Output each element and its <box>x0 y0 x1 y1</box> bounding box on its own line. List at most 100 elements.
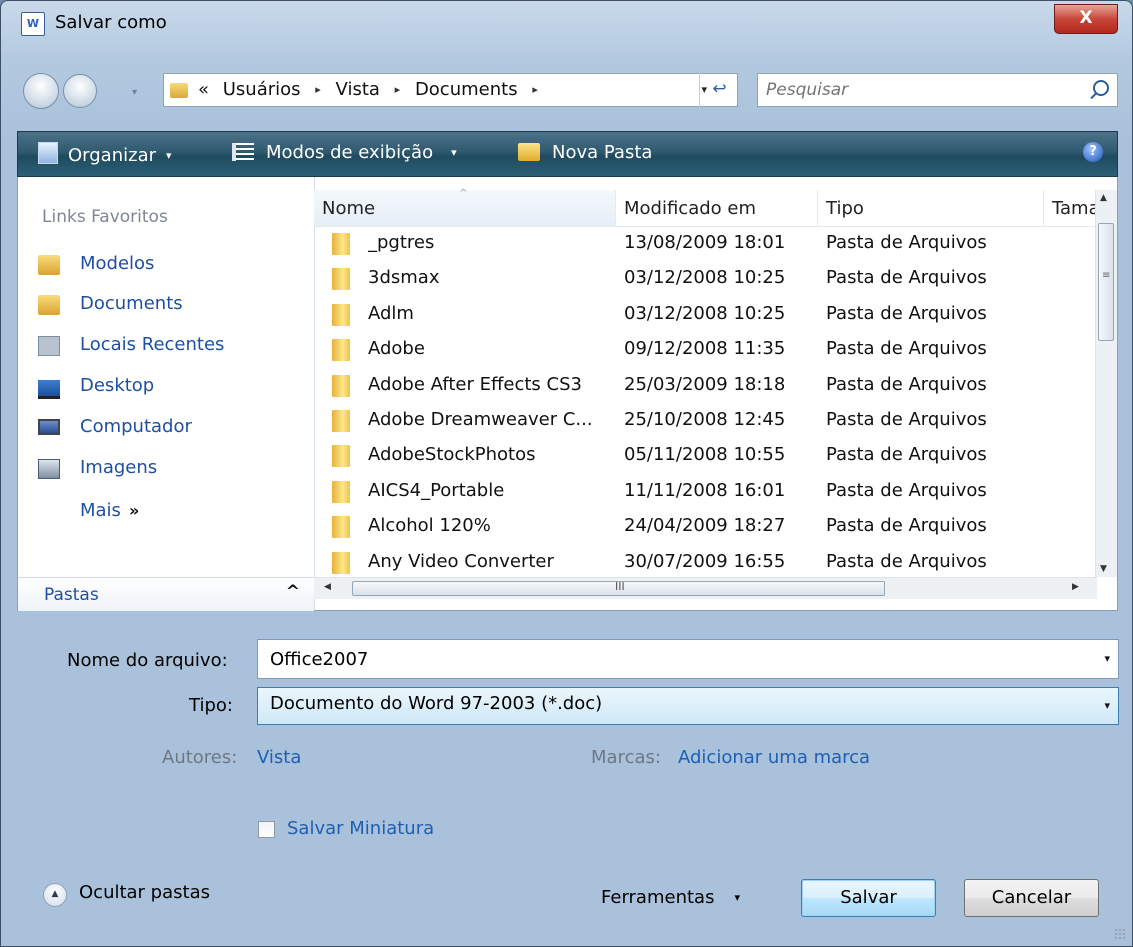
scroll-left-icon[interactable]: ◀ <box>324 582 331 592</box>
filetype-dropdown-icon[interactable]: ▾ <box>1104 699 1110 712</box>
refresh-icon[interactable]: ↩ <box>699 73 739 107</box>
column-headers: Nome ^ Modificado em Tipo Tamanho <box>314 188 1097 227</box>
file-name: 3dsmax <box>368 267 440 289</box>
save-button[interactable]: Salvar <box>801 879 936 917</box>
column-header-type[interactable]: Tipo <box>818 190 1044 226</box>
file-name: Any Video Converter <box>368 550 554 572</box>
double-chevron-icon: » <box>128 501 140 520</box>
search-icon[interactable] <box>1093 80 1109 96</box>
scroll-down-icon[interactable]: ▼ <box>1100 564 1107 574</box>
table-row[interactable]: Adlm 03/12/2008 10:25 Pasta de Arquivos <box>314 297 1097 332</box>
new-folder-icon <box>518 143 540 161</box>
organize-icon <box>38 142 58 164</box>
favorite-links-heading: Links Favoritos <box>42 207 168 227</box>
hide-folders-label: Ocultar pastas <box>79 882 210 903</box>
folder-icon <box>332 516 350 539</box>
table-row[interactable]: Adobe Dreamweaver C... 25/10/2008 12:45 Pa… <box>314 403 1097 438</box>
nav-more-label: Mais <box>80 500 121 521</box>
recent-pages-dropdown-icon[interactable]: ▾ <box>132 87 137 98</box>
file-browser: Links Favoritos Modelos Documents Locais… <box>17 177 1118 611</box>
column-header-label: Modificado em <box>624 198 757 219</box>
new-folder-button[interactable]: Nova Pasta <box>518 142 652 163</box>
folder-icon <box>332 551 350 574</box>
file-type: Pasta de Arquivos <box>826 444 987 466</box>
column-header-modified[interactable]: Modificado em <box>616 190 818 226</box>
column-header-size[interactable]: Tamanho <box>1044 190 1097 226</box>
nav-item-desktop[interactable]: Desktop <box>34 371 304 405</box>
search-input[interactable] <box>758 74 1058 106</box>
nav-item-computer[interactable]: Computador <box>34 412 304 446</box>
authors-value[interactable]: Vista <box>257 747 301 768</box>
table-row[interactable]: AICS4_Portable 11/11/2008 16:01 Pasta de A… <box>314 474 1097 509</box>
cancel-button[interactable]: Cancelar <box>964 879 1099 917</box>
horizontal-scrollbar[interactable]: ◀ III ▶ <box>314 577 1097 599</box>
tools-button[interactable]: Ferramentas ▾ <box>601 887 740 908</box>
breadcrumb-item-documents[interactable]: Documents <box>415 79 518 100</box>
file-modified: 25/10/2008 12:45 <box>624 409 786 430</box>
help-icon[interactable]: ? <box>1083 142 1103 162</box>
collapse-up-icon: ▲ <box>43 883 67 907</box>
breadcrumb-arrow-icon[interactable]: ▸ <box>532 83 538 96</box>
table-row[interactable]: 3dsmax 03/12/2008 10:25 Pasta de Arquivos <box>314 261 1097 296</box>
organize-button[interactable]: Organizar ▾ <box>38 142 172 166</box>
scroll-right-icon[interactable]: ▶ <box>1072 582 1079 592</box>
table-row[interactable]: Adobe 09/12/2008 11:35 Pasta de Arquivos <box>314 332 1097 367</box>
breadcrumb-item-vista[interactable]: Vista <box>336 79 380 100</box>
nav-item-modelos[interactable]: Modelos <box>34 249 304 283</box>
table-row[interactable]: AdobeStockPhotos 05/11/2008 10:55 Pasta de… <box>314 438 1097 473</box>
table-row[interactable]: Any Video Converter 30/07/2009 16:55 Pasta… <box>314 545 1097 580</box>
breadcrumb-arrow-icon[interactable]: ▸ <box>315 83 321 96</box>
table-row[interactable]: _pgtres 13/08/2009 18:01 Pasta de Arquivos <box>314 226 1097 261</box>
folders-label: Pastas <box>44 585 99 605</box>
horizontal-scroll-thumb[interactable]: III <box>352 580 885 596</box>
file-type: Pasta de Arquivos <box>826 267 987 289</box>
resize-grip-icon[interactable] <box>1114 928 1126 940</box>
table-row[interactable]: Adobe After Effects CS3 25/03/2009 18:18 P… <box>314 368 1097 403</box>
save-thumbnail-label[interactable]: Salvar Miniatura <box>287 818 434 839</box>
tools-label: Ferramentas <box>601 887 715 908</box>
forward-button[interactable] <box>63 74 97 108</box>
file-name: AICS4_Portable <box>368 479 505 501</box>
tags-value[interactable]: Adicionar uma marca <box>678 747 870 768</box>
file-modified: 30/07/2009 16:55 <box>624 550 786 572</box>
nav-item-recent-places[interactable]: Locais Recentes <box>34 330 304 364</box>
breadcrumb-arrow-icon[interactable]: ▸ <box>395 83 401 96</box>
nav-item-documents[interactable]: Documents <box>34 289 304 323</box>
file-modified: 03/12/2008 10:25 <box>624 302 786 324</box>
file-name: _pgtres <box>368 232 435 253</box>
sort-ascending-icon: ^ <box>459 188 468 199</box>
grip-icon: ≡ <box>1102 270 1111 281</box>
vertical-scroll-thumb[interactable]: ≡ <box>1098 223 1114 341</box>
close-button[interactable]: X <box>1054 4 1118 34</box>
nav-item-pictures[interactable]: Imagens <box>34 453 304 487</box>
filename-input[interactable] <box>258 640 1088 678</box>
nav-item-label: Documents <box>80 293 183 314</box>
nav-more-link[interactable]: Mais » <box>80 500 139 521</box>
table-row[interactable]: Alcohol 120% 24/04/2009 18:27 Pasta de Arq… <box>314 509 1097 544</box>
nav-item-label: Modelos <box>80 253 155 274</box>
scroll-up-icon[interactable]: ▲ <box>1100 193 1107 203</box>
views-icon <box>232 143 254 161</box>
chevron-up-icon[interactable]: ^ <box>286 582 300 602</box>
folder-icon <box>332 445 350 468</box>
hide-folders-button[interactable]: ▲ Ocultar pastas <box>39 877 279 911</box>
file-modified: 05/11/2008 10:55 <box>624 444 786 466</box>
address-bar[interactable]: « Usuários ▸ Vista ▸ Documents ▸ ▾ <box>163 73 738 107</box>
back-button[interactable] <box>23 73 59 109</box>
vertical-scrollbar[interactable]: ▲ ≡ ▼ <box>1095 190 1117 577</box>
folders-toggle-bar[interactable]: Pastas ^ <box>18 577 314 611</box>
folder-icon <box>332 374 350 397</box>
chevron-down-icon: ▾ <box>734 891 740 904</box>
views-button[interactable]: Modos de exibição ▾ <box>232 142 457 163</box>
breadcrumb: « Usuários ▸ Vista ▸ Documents ▸ <box>198 79 547 100</box>
column-header-label: Tamanho <box>1052 198 1097 219</box>
save-as-dialog: W Salvar como X ▾ « Usuários ▸ Vista ▸ D… <box>0 0 1133 947</box>
save-thumbnail-checkbox[interactable] <box>258 821 275 838</box>
filetype-select[interactable]: Documento do Word 97-2003 (*.doc) ▾ <box>257 687 1119 725</box>
filename-dropdown-icon[interactable]: ▾ <box>1104 652 1110 665</box>
navigation-pane: Links Favoritos Modelos Documents Locais… <box>18 177 315 611</box>
file-name: Adlm <box>368 302 414 324</box>
breadcrumb-overflow[interactable]: « <box>198 79 209 100</box>
file-type: Pasta de Arquivos <box>826 302 987 324</box>
breadcrumb-item-usuarios[interactable]: Usuários <box>223 79 301 100</box>
